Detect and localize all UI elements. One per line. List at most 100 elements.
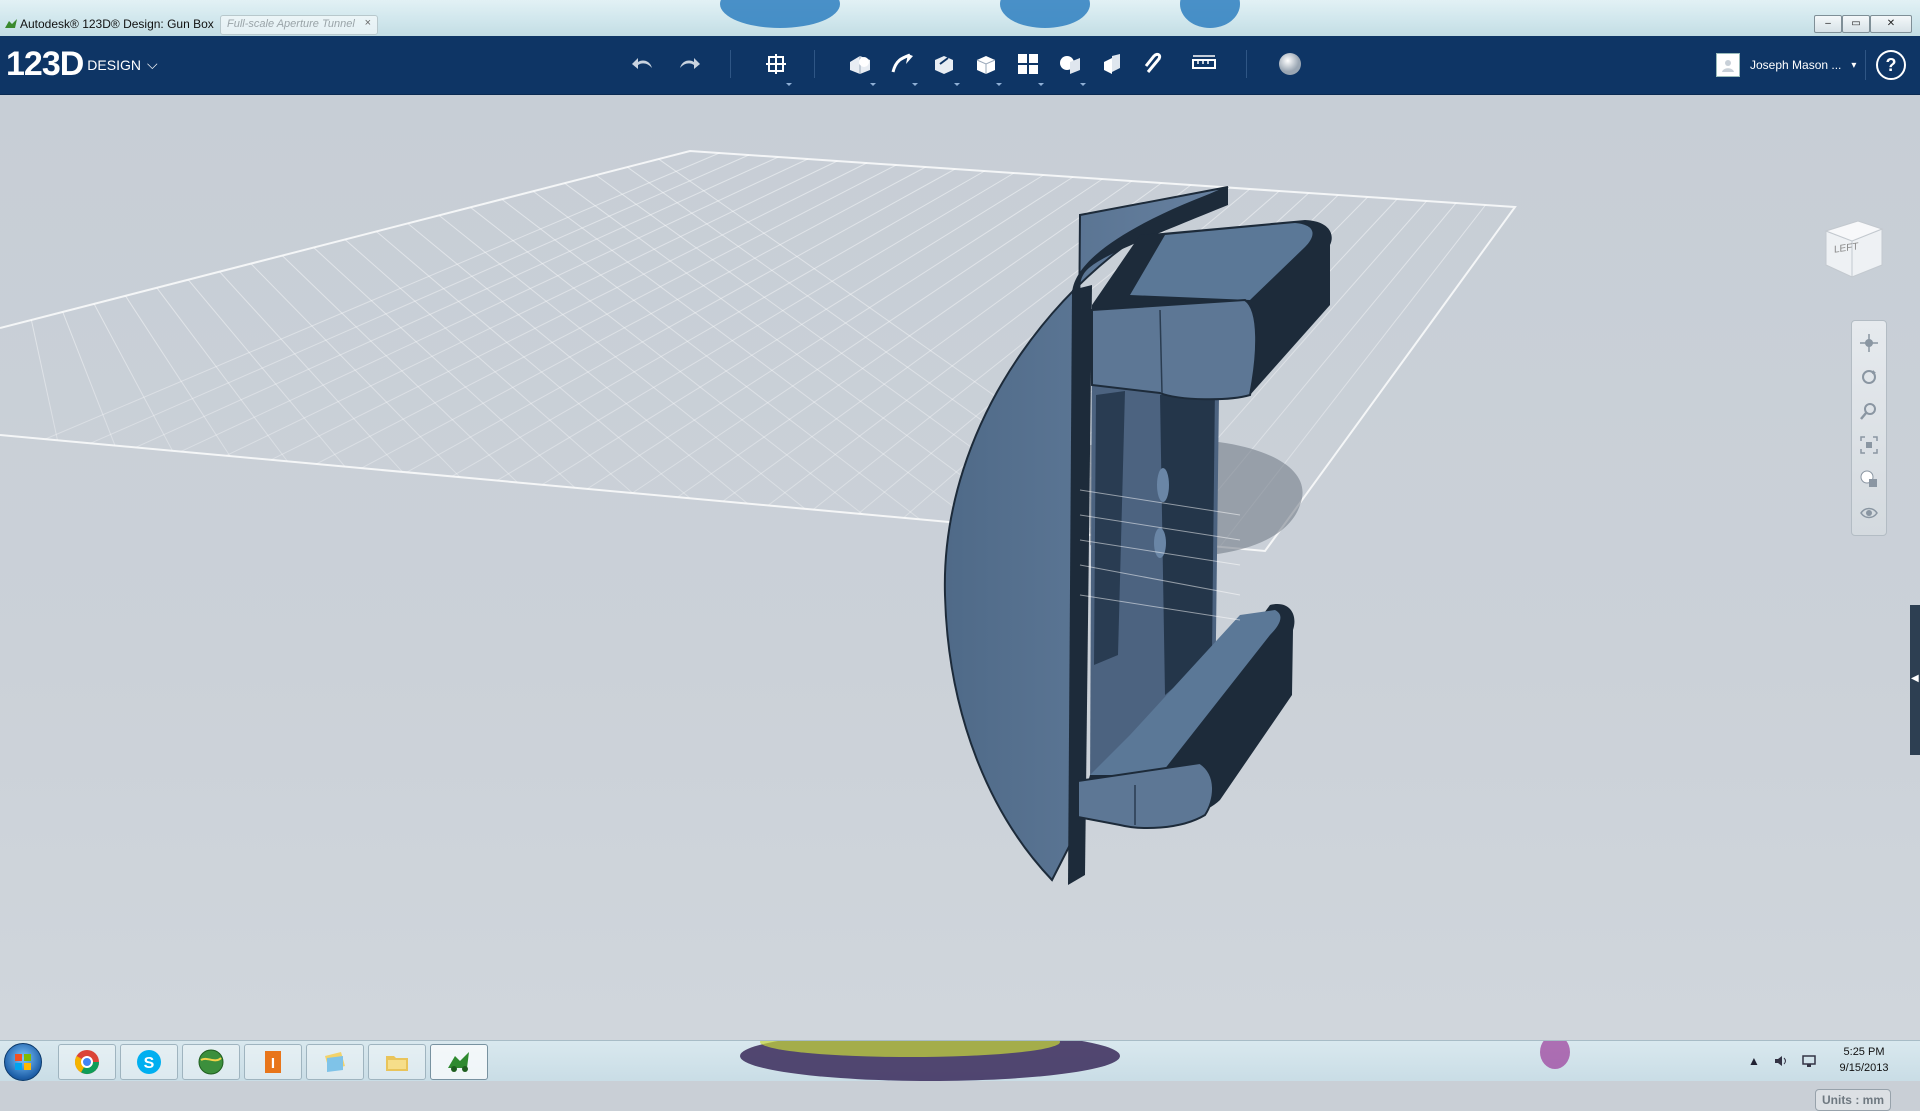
zoom-button[interactable] [1857, 399, 1881, 423]
transform-button[interactable] [758, 46, 794, 86]
grouping-icon [1060, 56, 1080, 74]
wallpaper-decoration [1180, 0, 1240, 28]
tray-expand-icon[interactable]: ▲ [1748, 1054, 1760, 1068]
main-toolbar: 123D DESIGN ⌵ Joseph Mason ... ▾ ? [0, 36, 1920, 95]
app-icon [5, 19, 17, 28]
grid-line [270, 162, 868, 461]
combine-button[interactable] [1094, 46, 1130, 82]
sketch-icon [891, 53, 913, 73]
grid-line [376, 231, 691, 499]
grid-line [451, 170, 985, 477]
chevron-left-icon: ◀ [1911, 673, 1919, 684]
toolbar-separator [730, 50, 731, 78]
material-sphere-icon [1279, 53, 1301, 75]
taskbar-files[interactable] [306, 1044, 364, 1080]
scene-canvas[interactable] [0, 95, 1920, 1040]
clock-time: 5:25 PM [1843, 1046, 1885, 1058]
svg-text:S: S [144, 1055, 155, 1072]
taskbar-explorer[interactable] [368, 1044, 426, 1080]
units-indicator[interactable]: Units : mm [1815, 1089, 1891, 1111]
grouping-button[interactable] [1052, 46, 1088, 86]
minimize-button[interactable]: – [1814, 15, 1842, 33]
close-window-button[interactable]: ✕ [1870, 15, 1912, 33]
construct-icon [935, 56, 953, 74]
primitives-button[interactable] [842, 46, 878, 86]
grid-line [219, 271, 403, 473]
window-title: Autodesk® 123D® Design: Gun Box [20, 17, 214, 31]
brand-word: DESIGN [87, 57, 141, 73]
chevron-down-icon: ▾ [1851, 59, 1857, 71]
os-taskbar: S I ▲ 5:25 PM 9/15/2013 [0, 1040, 1920, 1081]
document-tab[interactable]: Full-scale Aperture Tunnel × [220, 15, 378, 35]
zoom-icon [1860, 403, 1876, 420]
visibility-button[interactable] [1857, 501, 1881, 525]
grid-line [44, 152, 720, 440]
windows-logo-icon [15, 1054, 31, 1070]
material-button[interactable] [1272, 46, 1308, 82]
view-mode-button[interactable] [1857, 467, 1881, 491]
taskbar-inventor[interactable]: I [244, 1044, 302, 1080]
grid-line [541, 174, 1044, 486]
inner-slot [1160, 387, 1215, 695]
pattern-icon [1018, 54, 1038, 74]
chrome-icon [74, 1050, 99, 1075]
svg-text:I: I [271, 1055, 275, 1072]
measure-icon [1192, 55, 1216, 69]
transform-icon [766, 54, 786, 74]
grid-line [496, 172, 1015, 482]
pan-button[interactable] [1857, 331, 1881, 355]
construct-button[interactable] [926, 46, 962, 86]
clock-date: 9/15/2013 [1839, 1062, 1889, 1074]
volume-icon[interactable] [1774, 1054, 1788, 1068]
grid-line [361, 166, 926, 469]
start-button[interactable] [4, 1043, 42, 1081]
grid-line [90, 154, 750, 444]
undo-icon [632, 58, 652, 69]
user-menu[interactable]: Joseph Mason ... ▾ [1716, 52, 1856, 78]
undo-button[interactable] [626, 46, 662, 82]
skype-icon: S [137, 1050, 161, 1074]
redo-button[interactable] [670, 46, 706, 82]
view-mode-icon [1860, 470, 1877, 487]
document-tab-close-icon[interactable]: × [365, 17, 371, 29]
gun-box-model[interactable] [943, 186, 1332, 885]
orbit-button[interactable] [1857, 365, 1881, 389]
toolbar-separator [814, 50, 815, 78]
chevron-down-icon: ⌵ [146, 56, 158, 72]
grid-line [187, 279, 346, 467]
sketch-button[interactable] [884, 46, 920, 86]
combine-icon [1104, 54, 1120, 74]
help-button[interactable]: ? [1876, 50, 1906, 80]
view-cube[interactable]: LEFT [1818, 213, 1888, 283]
pan-icon [1860, 334, 1878, 352]
fit-button[interactable] [1857, 433, 1881, 457]
modify-button[interactable] [968, 46, 1004, 86]
app-menu-button[interactable]: 123D DESIGN ⌵ [6, 45, 158, 84]
folder-icon [386, 1056, 408, 1071]
maximize-button[interactable]: ▭ [1842, 15, 1870, 33]
taskbar-chrome[interactable] [58, 1044, 116, 1080]
snap-button[interactable] [1136, 46, 1172, 82]
orbit-icon [1862, 370, 1876, 384]
network-icon[interactable] [1802, 1054, 1816, 1068]
grid-line [62, 311, 116, 446]
modify-icon [976, 56, 996, 74]
document-tab-label: Full-scale Aperture Tunnel [227, 18, 355, 30]
system-tray: ▲ [1748, 1049, 1816, 1073]
grid-line [93, 303, 173, 452]
eye-icon [1860, 507, 1878, 519]
fit-icon [1860, 436, 1878, 454]
taskbar-123d-design[interactable] [430, 1044, 488, 1080]
measure-button[interactable] [1186, 46, 1222, 82]
side-panel-tab[interactable]: ◀ [1910, 605, 1920, 755]
grid-line [470, 206, 863, 515]
navigation-bar [1851, 320, 1887, 536]
taskbar-skype[interactable]: S [120, 1044, 178, 1080]
taskbar-maps[interactable] [182, 1044, 240, 1080]
pattern-button[interactable] [1010, 46, 1046, 86]
user-icon [1722, 60, 1734, 72]
grid-line [532, 190, 978, 526]
redo-icon [680, 58, 700, 69]
system-clock[interactable]: 5:25 PM 9/15/2013 [1822, 1044, 1906, 1076]
3d-viewport[interactable]: LEFT ◀ Units : mm [0, 95, 1920, 1111]
